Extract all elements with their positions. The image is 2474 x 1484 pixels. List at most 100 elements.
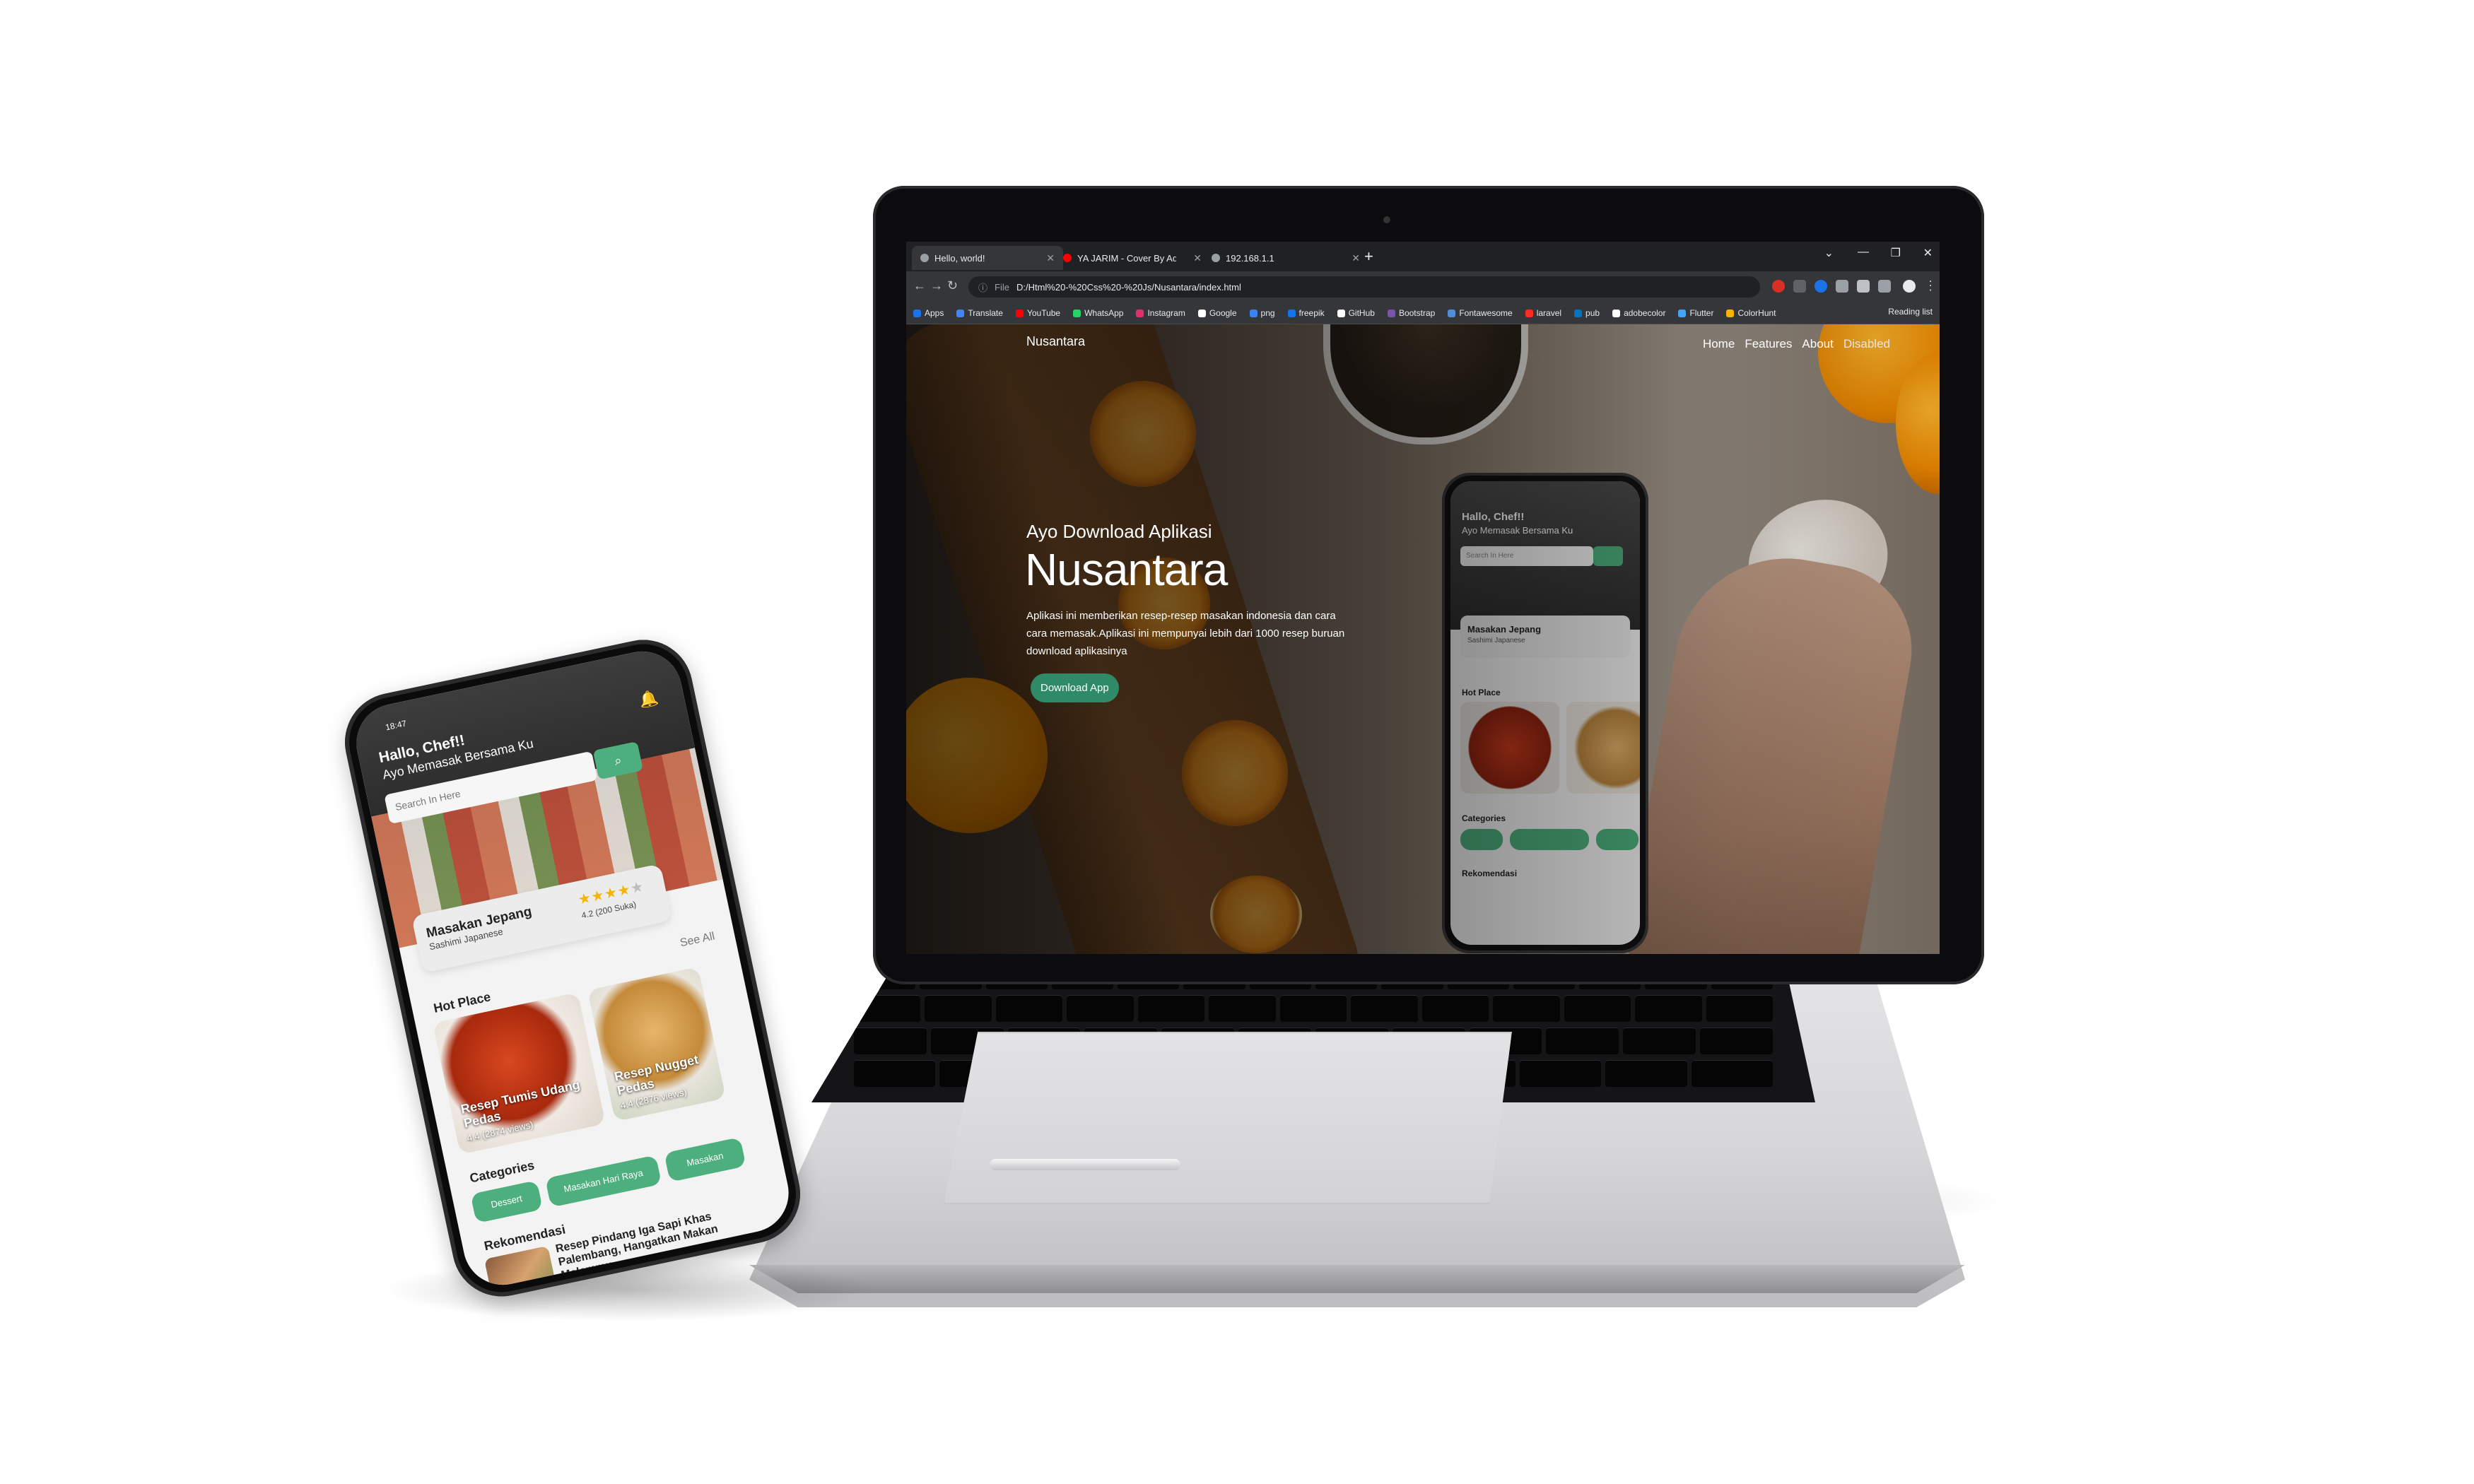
bookmark[interactable]: Google: [1197, 308, 1237, 318]
puzzle-icon[interactable]: [1857, 280, 1870, 293]
browser-tabbar: Hello, world! ✕ YA JARIM - Cover By Adza…: [906, 242, 1940, 271]
keyboard-row: [811, 995, 1815, 1022]
bookmark[interactable]: Fontawesome: [1448, 308, 1513, 318]
google-icon: [1197, 309, 1206, 317]
laptop-screen: Hello, world! ✕ YA JARIM - Cover By Adza…: [906, 242, 1940, 954]
bookmark-label: adobecolor: [1624, 308, 1666, 318]
bookmark[interactable]: pub: [1574, 308, 1600, 318]
url-text[interactable]: D:/Html%20-%20Css%20-%20Js/Nusantara/ind…: [1016, 282, 1241, 293]
nav-about[interactable]: About: [1802, 337, 1833, 351]
tab-title: Hello, world!: [934, 252, 985, 264]
laptop-base-edge: [749, 1265, 1965, 1293]
bookmark-label: Translate: [968, 308, 1003, 318]
apps-icon: [913, 309, 921, 317]
category-chip[interactable]: Masakan Hari Raya: [545, 1155, 662, 1208]
adobecolor-icon: [1612, 309, 1621, 317]
reading-list-icon[interactable]: [1878, 280, 1891, 293]
extension-icon[interactable]: [1836, 280, 1848, 293]
reading-list[interactable]: Reading list: [1888, 307, 1933, 317]
rekomendasi-image[interactable]: [483, 1245, 560, 1292]
camera-icon: [1383, 216, 1390, 223]
bookmark-label: Flutter: [1689, 308, 1714, 318]
close-icon[interactable]: ✕: [1193, 252, 1202, 264]
forward-icon[interactable]: →: [930, 278, 943, 293]
nav-features[interactable]: Features: [1745, 337, 1792, 351]
bookmark[interactable]: ColorHunt: [1726, 308, 1776, 318]
browser-toolbar: ← → ↻ ⓘ File D:/Html%20-%20Css%20-%20Js/…: [906, 271, 1940, 302]
browser-tab[interactable]: YA JARIM - Cover By Adzani ✕: [1055, 246, 1210, 270]
bookmark-label: freepik: [1298, 308, 1325, 318]
file-label: File: [995, 281, 1009, 293]
flutter-icon: [1678, 309, 1687, 317]
globe-icon: [920, 254, 929, 262]
bookmark[interactable]: Bootstrap: [1387, 308, 1436, 318]
close-window-icon[interactable]: ✕: [1923, 246, 1933, 260]
address-bar[interactable]: ⓘ File D:/Html%20-%20Css%20-%20Js/Nusant…: [968, 276, 1760, 298]
bookmark[interactable]: laravel: [1525, 308, 1561, 318]
bookmark[interactable]: freepik: [1287, 308, 1325, 318]
close-icon[interactable]: ✕: [1046, 252, 1055, 264]
category-chip[interactable]: Dessert: [470, 1180, 544, 1224]
browser-tab[interactable]: Hello, world! ✕: [912, 246, 1063, 270]
back-icon[interactable]: ←: [913, 278, 926, 293]
bookmark[interactable]: adobecolor: [1612, 308, 1665, 318]
bookmark-label: laravel: [1536, 308, 1562, 318]
pub-icon: [1574, 309, 1583, 317]
chevron-down-icon[interactable]: ⌄: [1824, 246, 1834, 260]
bookmark-label: pub: [1585, 308, 1600, 318]
laptop-notch: [990, 1159, 1180, 1170]
globe-icon: [1212, 254, 1220, 262]
download-app-button[interactable]: Download App: [1031, 673, 1119, 702]
bootstrap-icon: [1387, 309, 1395, 317]
see-all-link[interactable]: See All: [679, 930, 715, 950]
bookmark-label: png: [1260, 308, 1275, 318]
avatar[interactable]: [1903, 280, 1916, 293]
maximize-icon[interactable]: ❐: [1891, 246, 1901, 260]
instagram-icon: [1136, 309, 1144, 317]
minimize-icon[interactable]: —: [1858, 246, 1869, 259]
bookmark[interactable]: GitHub: [1337, 308, 1375, 318]
bookmark-label: ColorHunt: [1737, 308, 1776, 318]
rekomendasi-title: Rekomendasi: [483, 1222, 567, 1254]
reload-icon[interactable]: ↻: [947, 278, 958, 293]
star-icon: ★: [629, 878, 646, 897]
bookmark[interactable]: Apps: [913, 308, 944, 318]
extension-icon[interactable]: [1772, 280, 1785, 293]
bookmark[interactable]: WhatsApp: [1073, 308, 1123, 318]
bookmark[interactable]: Instagram: [1136, 308, 1185, 318]
close-icon[interactable]: ✕: [1352, 252, 1360, 264]
extension-icon[interactable]: [1815, 280, 1827, 293]
bookmark[interactable]: png: [1249, 308, 1275, 318]
laravel-icon: [1525, 309, 1533, 317]
bookmark-label: YouTube: [1026, 308, 1061, 318]
info-icon[interactable]: ⓘ: [978, 281, 987, 294]
hot-place-card[interactable]: Resep Tumis Udang Pedas 4.4 (2874 views): [432, 992, 606, 1155]
bell-icon[interactable]: 🔔: [637, 688, 659, 710]
extension-icon[interactable]: [1793, 280, 1806, 293]
hero-description: Aplikasi ini memberikan resep-resep masa…: [1026, 610, 1345, 657]
nav-home[interactable]: Home: [1703, 337, 1735, 351]
png-icon: [1249, 309, 1257, 317]
search-icon: ⌕: [613, 753, 623, 769]
bookmark[interactable]: Flutter: [1678, 308, 1713, 318]
bookmarks-bar: Apps Translate YouTube WhatsApp Instagra…: [906, 302, 1940, 324]
new-tab-icon[interactable]: +: [1364, 247, 1373, 266]
fontawesome-icon: [1448, 309, 1456, 317]
colorhunt-icon: [1726, 309, 1735, 317]
bookmark[interactable]: Translate: [956, 308, 1003, 318]
site-nav: Home Features About Disabled: [1703, 337, 1890, 351]
bookmark-label: Fontawesome: [1459, 308, 1513, 318]
browser-tab[interactable]: 192.168.1.1 ✕: [1203, 246, 1368, 270]
hot-place-card[interactable]: Resep Nugget Pedas 4.4 (2876 views): [587, 967, 726, 1122]
freepik-icon: [1287, 309, 1296, 317]
bookmark-label: GitHub: [1348, 308, 1375, 318]
category-chip[interactable]: Masakan: [664, 1136, 746, 1182]
github-icon: [1337, 309, 1345, 317]
whatsapp-icon: [1073, 309, 1081, 317]
hero-section: Hallo, Chef!! Ayo Memasak Bersama Ku Sea…: [906, 324, 1940, 954]
bookmark-label: Bootstrap: [1398, 308, 1436, 318]
hero-subtitle: Ayo Download Aplikasi: [1026, 521, 1212, 542]
bookmark[interactable]: YouTube: [1015, 308, 1061, 318]
menu-icon[interactable]: ⋮: [1924, 278, 1937, 293]
site-brand[interactable]: Nusantara: [1026, 334, 1085, 349]
